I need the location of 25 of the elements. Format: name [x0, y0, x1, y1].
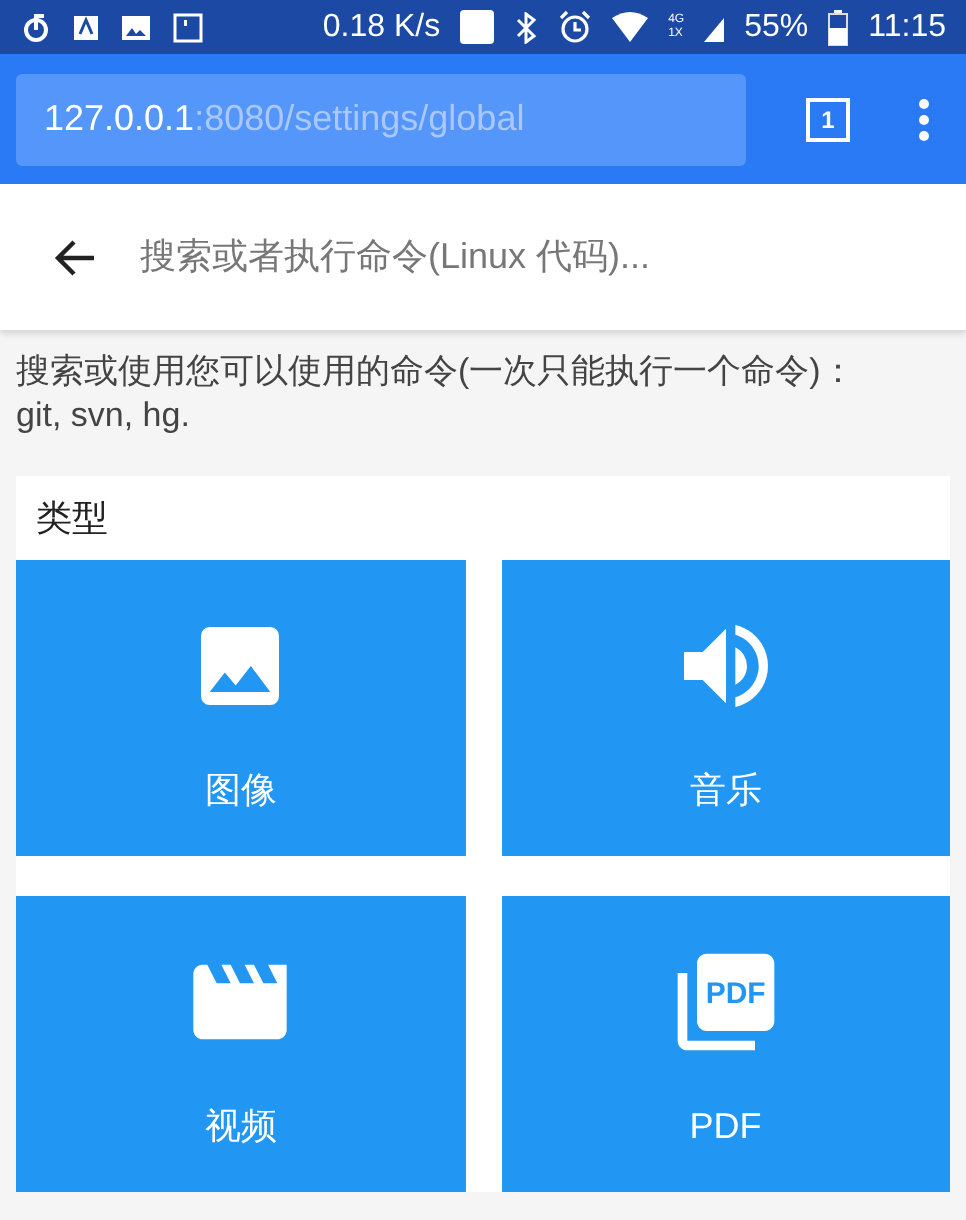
type-tile[interactable]: 音乐 [501, 560, 950, 856]
more-icon[interactable] [918, 97, 930, 141]
notification-icon [172, 11, 204, 43]
type-tile[interactable]: 视频 [16, 896, 465, 1192]
card-title: 类型 [34, 496, 110, 542]
address-field[interactable]: 127.0.0.1:8080/settings/global [16, 73, 746, 165]
image-icon [120, 13, 152, 41]
battery-icon [828, 9, 849, 45]
document-icon [72, 13, 100, 41]
network-speed: 0.18 K/s [322, 9, 441, 45]
type-tile[interactable]: PDF PDF [501, 896, 950, 1192]
search-bar[interactable]: 搜索或者执行命令(Linux 代码)... [0, 184, 966, 330]
type-tile[interactable]: 图像 [16, 560, 465, 856]
description-text: 搜索或使用您可以使用的命令(一次只能执行一个命令)：git, svn, hg. [14, 350, 857, 438]
clock: 11:15 [868, 9, 946, 45]
search-field[interactable]: 搜索或者执行命令(Linux 代码)... [136, 234, 930, 280]
tab-count-button[interactable]: 1 [806, 97, 850, 141]
back-arrow-icon[interactable] [52, 237, 96, 277]
battery-percentage: 55% [744, 9, 809, 45]
alarm-icon [558, 10, 593, 44]
app-icon [20, 11, 52, 43]
bluetooth-icon [514, 11, 539, 43]
signal-icon [704, 13, 725, 41]
wifi-icon [612, 12, 649, 42]
square-icon [460, 10, 495, 44]
